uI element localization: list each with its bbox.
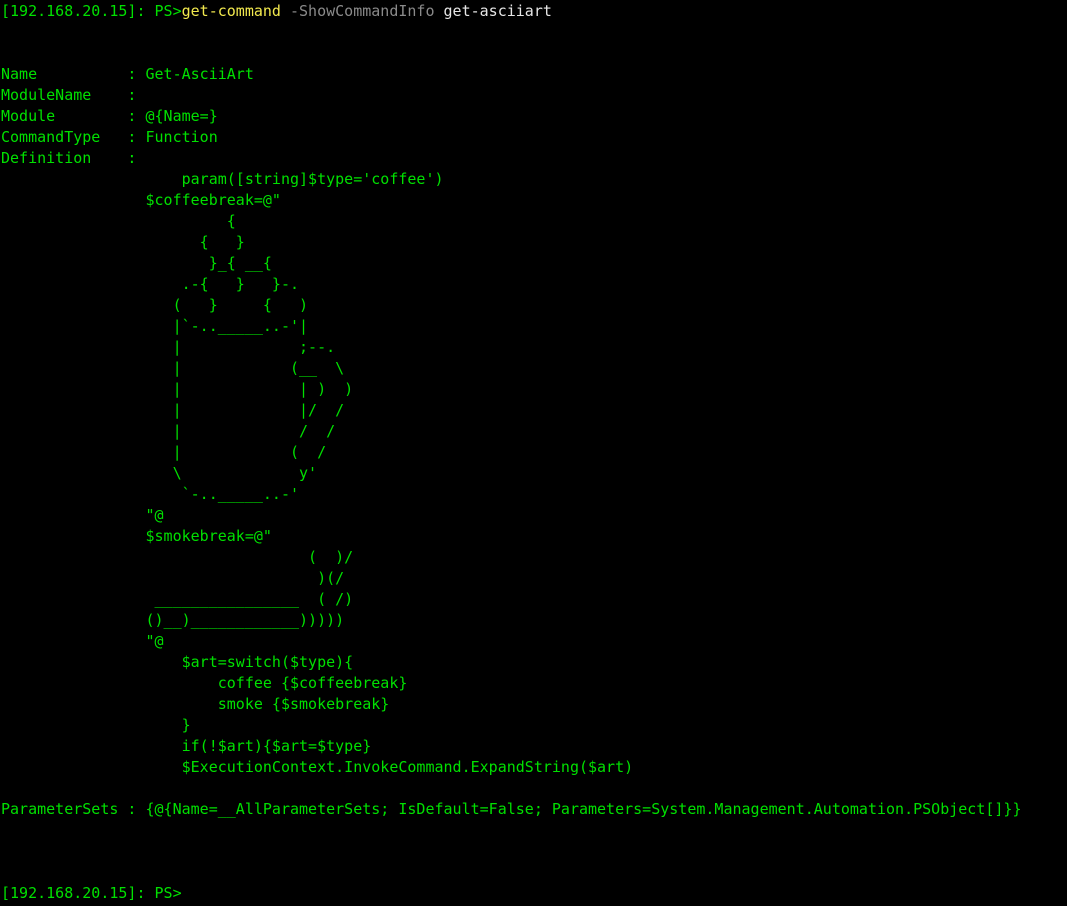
output-line: | / / [1, 422, 336, 440]
output-line: } [1, 716, 191, 734]
output-line: )(/ [1, 569, 345, 587]
output-line: | ;--. [1, 338, 336, 356]
output-line: | |/ / [1, 401, 345, 419]
output-line: { } [1, 233, 245, 251]
output-line: ParameterSets : {@{Name=__AllParameterSe… [1, 800, 1022, 818]
command-line: [192.168.20.15]: PS>get-command -ShowCom… [1, 1, 552, 22]
output-line: ( } { ) [1, 296, 309, 314]
output-line: $smokebreak=@" [1, 527, 272, 545]
output-line: | | ) ) [1, 380, 354, 398]
final-prompt-line[interactable]: [192.168.20.15]: PS> [1, 883, 182, 904]
output-line: Definition : [1, 149, 137, 167]
command-argument: get-asciiart [434, 2, 552, 20]
command-parameter: -ShowCommandInfo [280, 2, 435, 20]
output-line: coffee {$coffeebreak} [1, 674, 408, 692]
output-line: \ y' [1, 464, 318, 482]
output-line: | ( / [1, 443, 327, 461]
output-line: Module : @{Name=} [1, 107, 218, 125]
output-line: ________________ ( /) [1, 590, 354, 608]
output-line: $art=switch($type){ [1, 653, 354, 671]
command-name: get-command [181, 2, 281, 20]
output-line: "@ [1, 506, 164, 524]
prompt: [192.168.20.15]: PS> [1, 2, 182, 20]
output-line: ()__)____________))))) [1, 611, 345, 629]
output-line: `-.._____..-' [1, 485, 300, 503]
output-line: $ExecutionContext.InvokeCommand.ExpandSt… [1, 758, 634, 776]
output-line: if(!$art){$art=$type} [1, 737, 372, 755]
output-line: "@ [1, 632, 164, 650]
output-line: |`-.._____..-'| [1, 317, 309, 335]
output-line: smoke {$smokebreak} [1, 695, 390, 713]
output-line: Name : Get-AsciiArt [1, 65, 254, 83]
output-line: $coffeebreak=@" [1, 191, 281, 209]
output-line: { [1, 212, 236, 230]
output-line: | (__ \ [1, 359, 345, 377]
output-line: ( )/ [1, 548, 354, 566]
output-line: }_{ __{ [1, 254, 272, 272]
output-line: param([string]$type='coffee') [1, 170, 444, 188]
final-prompt: [192.168.20.15]: PS> [1, 884, 182, 902]
output-line: CommandType : Function [1, 128, 218, 146]
terminal-window[interactable]: [192.168.20.15]: PS>get-command -ShowCom… [0, 0, 1067, 906]
output-line: .-{ } }-. [1, 275, 300, 293]
output-line: ModuleName : [1, 86, 137, 104]
